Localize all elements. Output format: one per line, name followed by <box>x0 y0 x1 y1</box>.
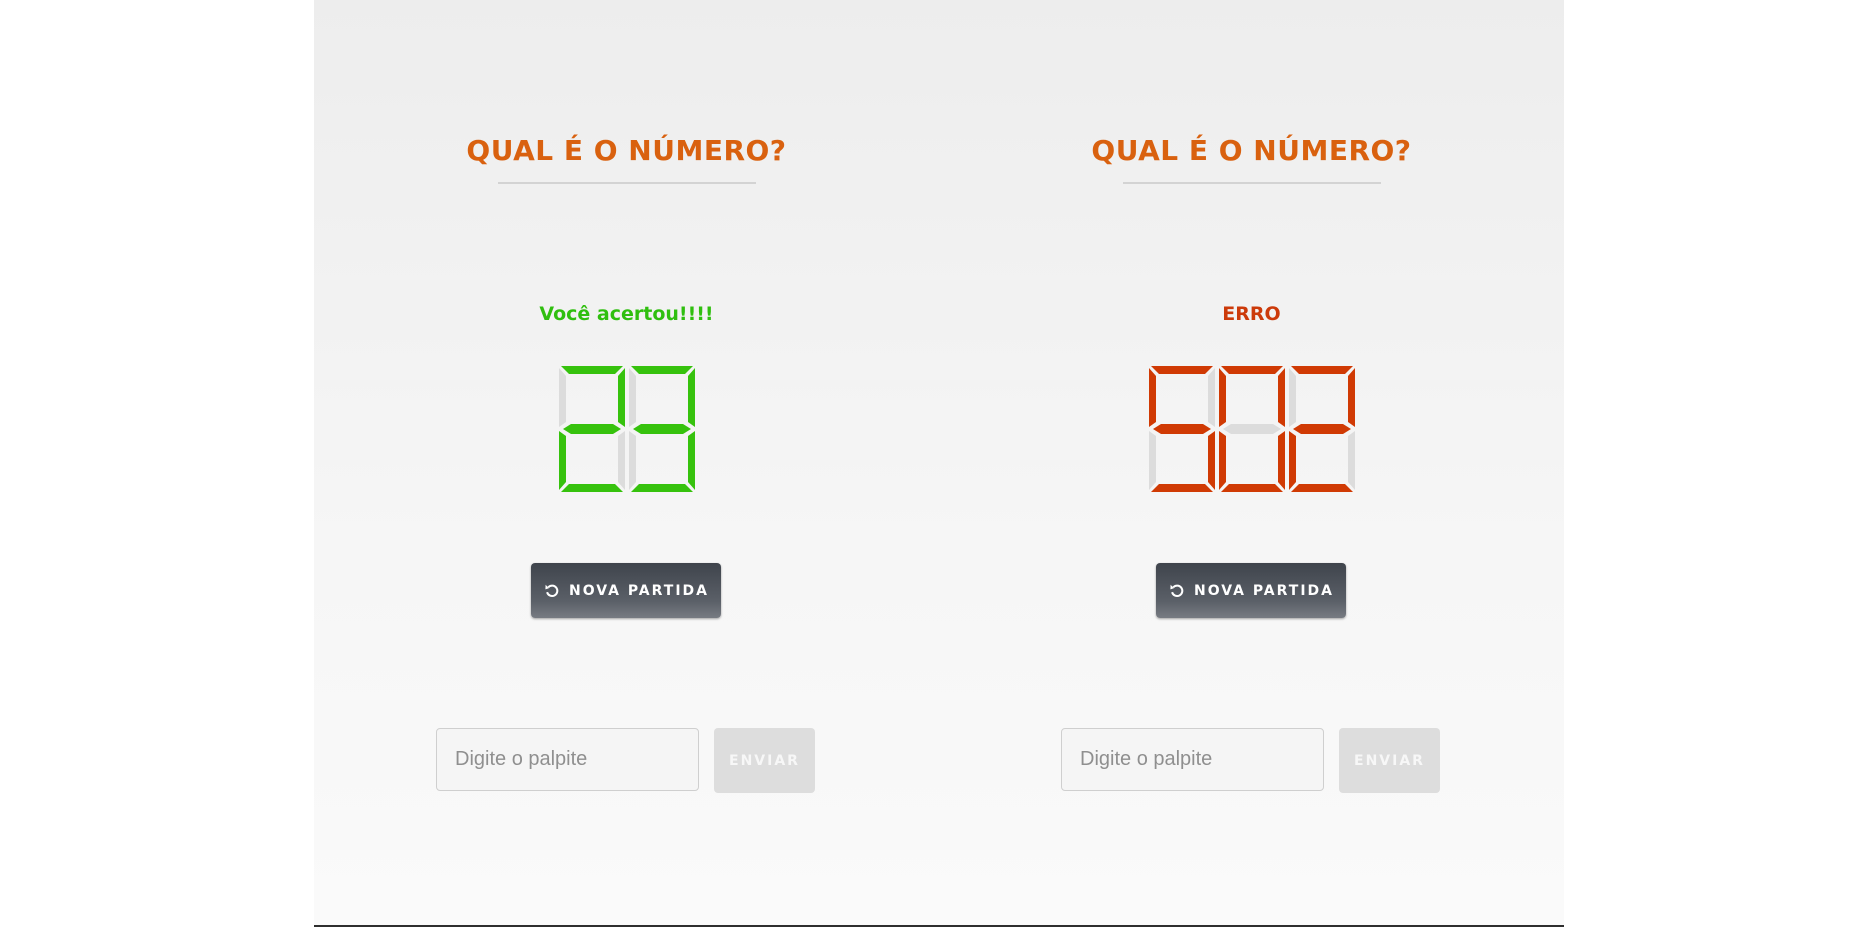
led-segment-c <box>1347 431 1355 490</box>
page-title: QUAL É O NÚMERO? <box>466 134 787 167</box>
title-divider <box>1123 182 1381 184</box>
led-segment-e <box>628 431 636 490</box>
new-game-button[interactable]: NOVA PARTIDA <box>1156 563 1346 618</box>
led-display <box>557 364 697 494</box>
title-divider <box>498 182 756 184</box>
led-segment-g <box>632 424 691 434</box>
led-segment-c <box>617 431 625 490</box>
led-segment-a <box>1150 366 1213 374</box>
led-digit <box>1217 364 1287 494</box>
led-segment-d <box>630 484 693 492</box>
game-stage: QUAL É O NÚMERO? Você acertou!!!! NOVA P… <box>314 0 1564 925</box>
led-segment-e <box>558 431 566 490</box>
led-segment-g <box>1222 424 1281 434</box>
game-panel-right: QUAL É O NÚMERO? ERRO NOVA PARTIDA ENVIA… <box>939 0 1564 925</box>
result-message: Você acertou!!!! <box>539 303 714 325</box>
led-segment-c <box>1207 431 1215 490</box>
led-segment-g <box>1152 424 1211 434</box>
led-segment-f <box>1288 368 1296 427</box>
led-segment-f <box>558 368 566 427</box>
led-segment-b <box>1277 368 1285 427</box>
led-digit <box>1147 364 1217 494</box>
led-segment-a <box>560 366 623 374</box>
led-segment-c <box>1277 431 1285 490</box>
led-segment-e <box>1218 431 1226 490</box>
led-segment-b <box>1207 368 1215 427</box>
led-segment-e <box>1148 431 1156 490</box>
led-segment-g <box>1292 424 1351 434</box>
led-segment-a <box>630 366 693 374</box>
led-segment-d <box>560 484 623 492</box>
led-segment-a <box>1220 366 1283 374</box>
led-segment-f <box>1218 368 1226 427</box>
led-segment-g <box>562 424 621 434</box>
led-segment-f <box>1148 368 1156 427</box>
led-segment-d <box>1220 484 1283 492</box>
page-title: QUAL É O NÚMERO? <box>1091 134 1412 167</box>
led-segment-d <box>1290 484 1353 492</box>
game-panel-left: QUAL É O NÚMERO? Você acertou!!!! NOVA P… <box>314 0 939 925</box>
send-button[interactable]: ENVIAR <box>1339 728 1440 793</box>
led-segment-d <box>1150 484 1213 492</box>
led-segment-b <box>687 368 695 427</box>
led-segment-a <box>1290 366 1353 374</box>
led-display <box>1147 364 1357 494</box>
led-segment-e <box>1288 431 1296 490</box>
led-segment-f <box>628 368 636 427</box>
led-digit <box>1287 364 1357 494</box>
restart-icon <box>1168 582 1186 600</box>
led-digit <box>557 364 627 494</box>
new-game-label: NOVA PARTIDA <box>1193 582 1334 599</box>
new-game-button[interactable]: NOVA PARTIDA <box>531 563 721 618</box>
led-digit <box>627 364 697 494</box>
guess-input[interactable] <box>436 728 699 791</box>
send-button[interactable]: ENVIAR <box>714 728 815 793</box>
led-segment-b <box>617 368 625 427</box>
result-message: ERRO <box>1222 303 1281 325</box>
guess-input[interactable] <box>1061 728 1324 791</box>
led-segment-b <box>1347 368 1355 427</box>
new-game-label: NOVA PARTIDA <box>568 582 709 599</box>
restart-icon <box>543 582 561 600</box>
led-segment-c <box>687 431 695 490</box>
